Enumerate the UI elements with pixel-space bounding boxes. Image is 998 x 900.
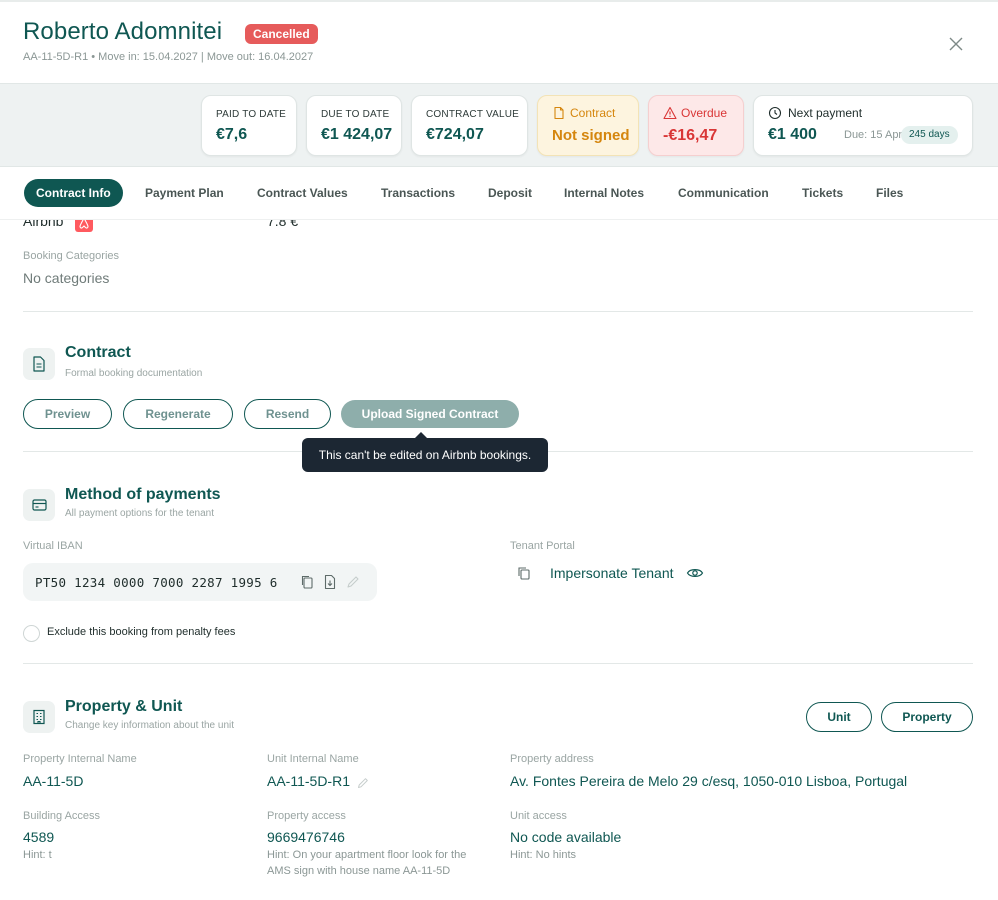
next-payment-label: Next payment [788,106,863,120]
property-button[interactable]: Property [881,702,973,732]
tab-tickets[interactable]: Tickets [802,179,843,207]
impersonate-tenant-link[interactable]: Impersonate Tenant [550,565,674,581]
close-icon[interactable] [944,32,968,56]
tab-contract-values[interactable]: Contract Values [257,179,348,207]
contract-value-value: €724,07 [426,126,484,143]
overdue-value: -€16,47 [663,127,718,144]
property-access-value: 9669476746 [267,829,345,845]
due-to-date-card: DUE TO DATE €1 424,07 [306,95,402,156]
unit-access-value: No code available [510,829,622,845]
property-address-label: Property address [510,753,594,765]
contract-info-panel: Airbnb 7.8 € Booking Categories No categ… [0,220,998,900]
overdue-card[interactable]: Overdue -€16,47 [648,95,744,156]
contract-status-label: Contract [570,106,616,120]
contract-status-value: Not signed [552,127,630,144]
paid-to-date-label: PAID TO DATE [216,109,287,120]
building-access-hint: Hint: t [23,849,52,861]
edit-icon[interactable] [346,574,360,590]
upload-signed-contract-button[interactable]: Upload Signed Contract [341,400,519,428]
payments-section-title: Method of payments [65,486,221,503]
next-payment-due: Due: 15 Apr [844,129,903,141]
document-icon [552,106,566,120]
booking-header: Roberto Adomnitei Cancelled AA-11-5D-R1 … [0,2,998,83]
contract-value-label: CONTRACT VALUE [426,109,520,120]
next-payment-card: Next payment €1 400 Due: 15 Apr 245 days [753,95,973,156]
virtual-iban-label: Virtual IBAN [23,540,83,552]
contract-section-subtitle: Formal booking documentation [65,368,203,379]
overdue-label: Overdue [681,106,728,120]
contract-status-card[interactable]: Contract Not signed [537,95,639,156]
unit-button[interactable]: Unit [806,702,872,732]
divider [23,311,973,312]
due-to-date-label: DUE TO DATE [321,109,390,120]
copy-icon[interactable] [516,565,532,581]
tab-bar: Contract Info Payment Plan Contract Valu… [0,167,998,220]
preview-button[interactable]: Preview [23,399,112,429]
property-internal-name-label: Property Internal Name [23,753,137,765]
airbnb-logo-icon [75,220,93,232]
days-remaining-badge: 245 days [901,126,958,144]
virtual-iban-value: PT50 1234 0000 7000 2287 1995 6 [35,575,278,590]
penalty-exclusion-label: Exclude this booking from penalty fees [47,626,236,638]
booking-amount: 7.8 € [267,220,299,229]
building-access-label: Building Access [23,810,101,822]
tenant-portal-label: Tenant Portal [510,540,575,552]
unit-access-label: Unit access [510,810,567,822]
stats-band: PAID TO DATE €7,6 DUE TO DATE €1 424,07 … [0,83,998,167]
disabled-tooltip: This can't be edited on Airbnb bookings. [302,432,548,472]
tab-deposit[interactable]: Deposit [488,179,532,207]
tab-contract-info[interactable]: Contract Info [24,179,123,207]
virtual-iban-field: PT50 1234 0000 7000 2287 1995 6 [23,563,377,601]
credit-card-icon [23,489,55,521]
paid-to-date-card: PAID TO DATE €7,6 [201,95,297,156]
status-badge: Cancelled [245,24,318,44]
eye-icon[interactable] [686,566,704,580]
property-address-value: Av. Fontes Pereira de Melo 29 c/esq, 105… [510,773,908,789]
booking-subtitle: AA-11-5D-R1 • Move in: 15.04.2027 | Move… [23,51,314,63]
clock-icon [768,106,782,120]
booking-categories-label: Booking Categories [23,250,120,262]
tab-communication[interactable]: Communication [678,179,769,207]
paid-to-date-value: €7,6 [216,126,248,143]
property-internal-name-value: AA-11-5D [23,773,84,789]
unit-internal-name-label: Unit Internal Name [267,753,359,765]
warning-icon [663,106,677,120]
booking-source: Airbnb [23,220,64,229]
download-icon[interactable] [323,574,337,590]
tab-files[interactable]: Files [876,179,903,207]
unit-internal-name-value: AA-11-5D-R1 [267,773,350,789]
contract-value-card: CONTRACT VALUE €724,07 [411,95,528,156]
due-to-date-value: €1 424,07 [321,126,393,143]
copy-icon[interactable] [300,574,314,590]
unit-access-hint: Hint: No hints [510,849,577,861]
contract-icon [23,348,55,380]
tenant-name: Roberto Adomnitei [23,18,223,45]
penalty-exclusion-checkbox[interactable] [23,625,40,642]
property-section-title: Property & Unit [65,698,183,715]
tab-payment-plan[interactable]: Payment Plan [145,179,224,207]
property-access-hint: Hint: On your apartment floor look for t… [267,849,467,877]
booking-categories-value: No categories [23,270,110,286]
divider [23,663,973,664]
building-access-value: 4589 [23,829,55,845]
tab-transactions[interactable]: Transactions [381,179,455,207]
property-access-label: Property access [267,810,346,822]
regenerate-button[interactable]: Regenerate [123,399,233,429]
tab-internal-notes[interactable]: Internal Notes [564,179,644,207]
next-payment-value: €1 400 [768,126,817,143]
resend-button[interactable]: Resend [244,399,331,429]
edit-icon[interactable] [357,776,369,788]
building-icon [23,701,55,733]
payments-section-subtitle: All payment options for the tenant [65,508,214,519]
contract-section-title: Contract [65,344,131,361]
property-section-subtitle: Change key information about the unit [65,720,234,731]
